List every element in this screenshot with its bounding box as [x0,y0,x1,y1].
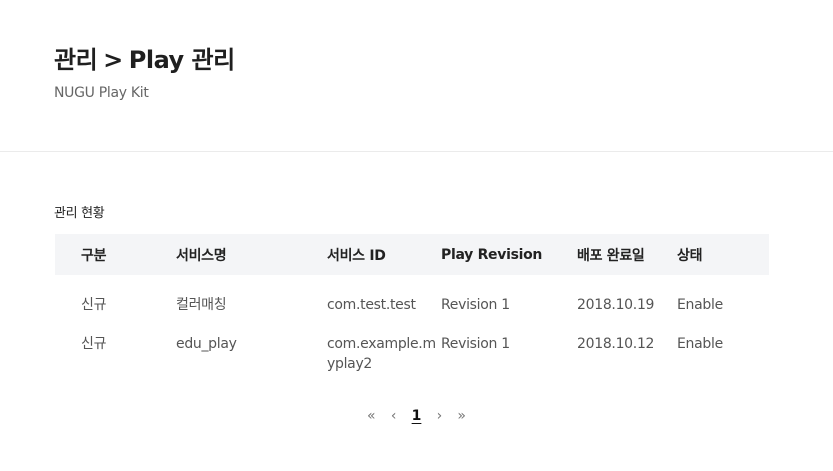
column-header-service-name: 서비스명 [176,247,227,264]
chevron-right-icon: > [103,46,123,74]
pagination: « ‹ 1 › » [0,408,833,424]
cell-service-name: 컬러매칭 [176,297,227,313]
page-header: 관리 > Play 관리 NUGU Play Kit [0,0,833,152]
first-page-button[interactable]: « [367,408,376,424]
breadcrumb-current: Play 관리 [128,46,235,74]
next-page-button[interactable]: › [435,408,443,424]
cell-deploy-date: 2018.10.19 [577,297,655,313]
cell-service-id: com.example.myplay2 [327,336,436,372]
prev-page-button[interactable]: ‹ [390,408,398,424]
table-row[interactable]: 신규 edu_play com.example.myplay2 Revision… [55,334,769,378]
column-header-play-revision: Play Revision [441,246,543,263]
column-header-service-id: 서비스 ID [327,247,386,264]
cell-status: Enable [677,336,723,352]
breadcrumb-parent: 관리 [54,46,98,74]
cell-service-name: edu_play [176,336,237,352]
table-header: 구분 서비스명 서비스 ID Play Revision 배포 완료일 상태 [55,234,769,275]
cell-service-id: com.test.test [327,297,416,313]
page-subtitle: NUGU Play Kit [54,85,149,101]
section-title: 관리 현황 [54,206,105,221]
cell-deploy-date: 2018.10.12 [577,336,655,352]
column-header-deploy-date: 배포 완료일 [577,247,645,264]
cell-play-revision: Revision 1 [441,336,510,352]
cell-status: Enable [677,297,723,313]
page-number-current[interactable]: 1 [412,408,422,424]
cell-type: 신규 [81,297,107,313]
column-header-type: 구분 [81,247,107,264]
column-header-status: 상태 [677,247,703,264]
cell-play-revision: Revision 1 [441,297,510,313]
last-page-button[interactable]: » [457,408,466,424]
management-table: 구분 서비스명 서비스 ID Play Revision 배포 완료일 상태 신… [55,234,769,378]
table-row[interactable]: 신규 컬러매칭 com.test.test Revision 1 2018.10… [55,295,769,334]
page-title: 관리 > Play 관리 [54,40,235,75]
cell-type: 신규 [81,336,107,352]
